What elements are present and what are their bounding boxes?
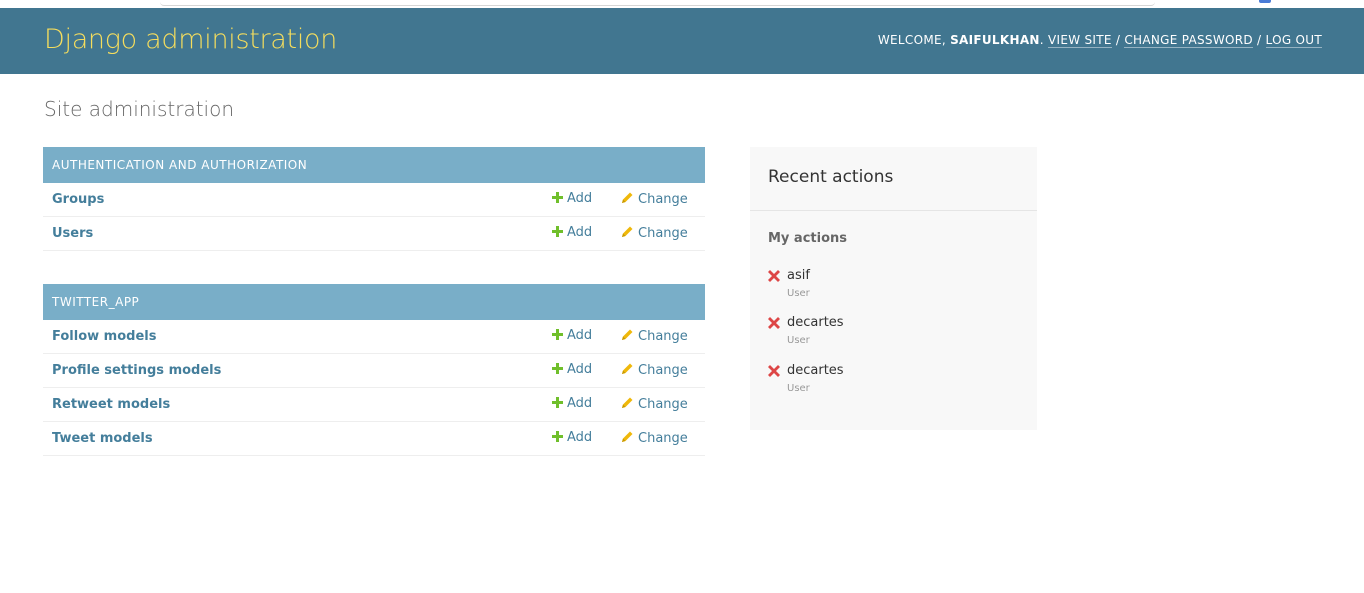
- add-label: Add: [567, 430, 593, 445]
- change-label: Change: [638, 431, 688, 446]
- module-caption[interactable]: TWITTER_APP: [43, 284, 705, 320]
- model-link-follow-models[interactable]: Follow models: [52, 329, 156, 344]
- deletion-icon: [768, 317, 780, 329]
- recent-actions-panel: Recent actions My actions asif User deca…: [750, 147, 1037, 430]
- plus-icon: [552, 397, 563, 408]
- my-actions-title: My actions: [768, 231, 848, 246]
- table-row: Retweet models Add Change: [43, 388, 705, 422]
- add-button[interactable]: Add: [552, 191, 592, 206]
- site-name[interactable]: Django administration: [44, 24, 337, 55]
- table-row: Tweet models Add Change: [43, 422, 705, 456]
- model-link-groups[interactable]: Groups: [52, 192, 104, 207]
- change-button[interactable]: Change: [621, 191, 688, 207]
- plus-icon: [552, 329, 563, 340]
- welcome-suffix: .: [1039, 33, 1048, 47]
- welcome-prefix: WELCOME,: [877, 33, 951, 47]
- view-site-link[interactable]: VIEW SITE: [1047, 33, 1112, 48]
- pencil-icon: [622, 431, 633, 442]
- pencil-icon: [622, 192, 633, 203]
- change-label: Change: [638, 397, 688, 412]
- add-label: Add: [567, 225, 593, 240]
- log-out-link[interactable]: LOG OUT: [1265, 33, 1322, 48]
- add-label: Add: [567, 328, 593, 343]
- action-object-link[interactable]: asif: [787, 268, 810, 283]
- add-label: Add: [567, 362, 593, 377]
- table-row: Users Add Change: [43, 217, 705, 251]
- action-object-link[interactable]: decartes: [787, 363, 844, 378]
- deletion-icon: [768, 270, 780, 282]
- change-password-link[interactable]: CHANGE PASSWORD: [1124, 33, 1253, 48]
- plus-icon: [552, 226, 563, 237]
- table-row: Groups Add Change: [43, 183, 705, 217]
- add-label: Add: [567, 191, 593, 206]
- model-link-tweet-models[interactable]: Tweet models: [52, 431, 153, 446]
- pencil-icon: [622, 363, 633, 374]
- change-label: Change: [638, 363, 688, 378]
- add-button[interactable]: Add: [552, 225, 592, 240]
- admin-header: Django administration WELCOME, SAIFULKHA…: [0, 8, 1364, 74]
- change-label: Change: [638, 192, 688, 207]
- separator: /: [1252, 33, 1266, 47]
- browser-top-strip: [0, 0, 1364, 8]
- change-button[interactable]: Change: [621, 225, 688, 241]
- add-label: Add: [567, 396, 593, 411]
- add-button[interactable]: Add: [552, 396, 592, 411]
- pencil-icon: [622, 226, 633, 237]
- plus-icon: [552, 363, 563, 374]
- action-object-type: User: [787, 383, 810, 394]
- add-button[interactable]: Add: [552, 328, 592, 343]
- separator: /: [1111, 33, 1125, 47]
- username: SAIFULKHAN: [950, 33, 1040, 47]
- change-label: Change: [638, 226, 688, 241]
- module-auth: AUTHENTICATION AND AUTHORIZATION Groups …: [43, 147, 705, 251]
- user-tools: WELCOME, SAIFULKHAN. VIEW SITE / CHANGE …: [877, 33, 1322, 48]
- model-link-users[interactable]: Users: [52, 226, 93, 241]
- action-object-link[interactable]: decartes: [787, 315, 844, 330]
- browser-tab-indicator: [1259, 0, 1271, 3]
- module-twitter-app: TWITTER_APP Follow models Add Change Pro…: [43, 284, 705, 456]
- page-title: Site administration: [44, 97, 235, 121]
- action-object-type: User: [787, 288, 810, 299]
- change-button[interactable]: Change: [621, 362, 688, 378]
- table-row: Follow models Add Change: [43, 320, 705, 354]
- module-caption[interactable]: AUTHENTICATION AND AUTHORIZATION: [43, 147, 705, 183]
- recent-actions-title: Recent actions: [750, 147, 1037, 211]
- model-link-retweet-models[interactable]: Retweet models: [52, 397, 170, 412]
- change-button[interactable]: Change: [621, 328, 688, 344]
- add-button[interactable]: Add: [552, 430, 592, 445]
- plus-icon: [552, 431, 563, 442]
- pencil-icon: [622, 397, 633, 408]
- change-button[interactable]: Change: [621, 430, 688, 446]
- model-link-profile-settings-models[interactable]: Profile settings models: [52, 363, 221, 378]
- pencil-icon: [622, 329, 633, 340]
- browser-bar-edge: [160, 0, 1155, 6]
- table-row: Profile settings models Add Change: [43, 354, 705, 388]
- plus-icon: [552, 192, 563, 203]
- add-button[interactable]: Add: [552, 362, 592, 377]
- change-button[interactable]: Change: [621, 396, 688, 412]
- deletion-icon: [768, 365, 780, 377]
- action-object-type: User: [787, 335, 810, 346]
- change-label: Change: [638, 329, 688, 344]
